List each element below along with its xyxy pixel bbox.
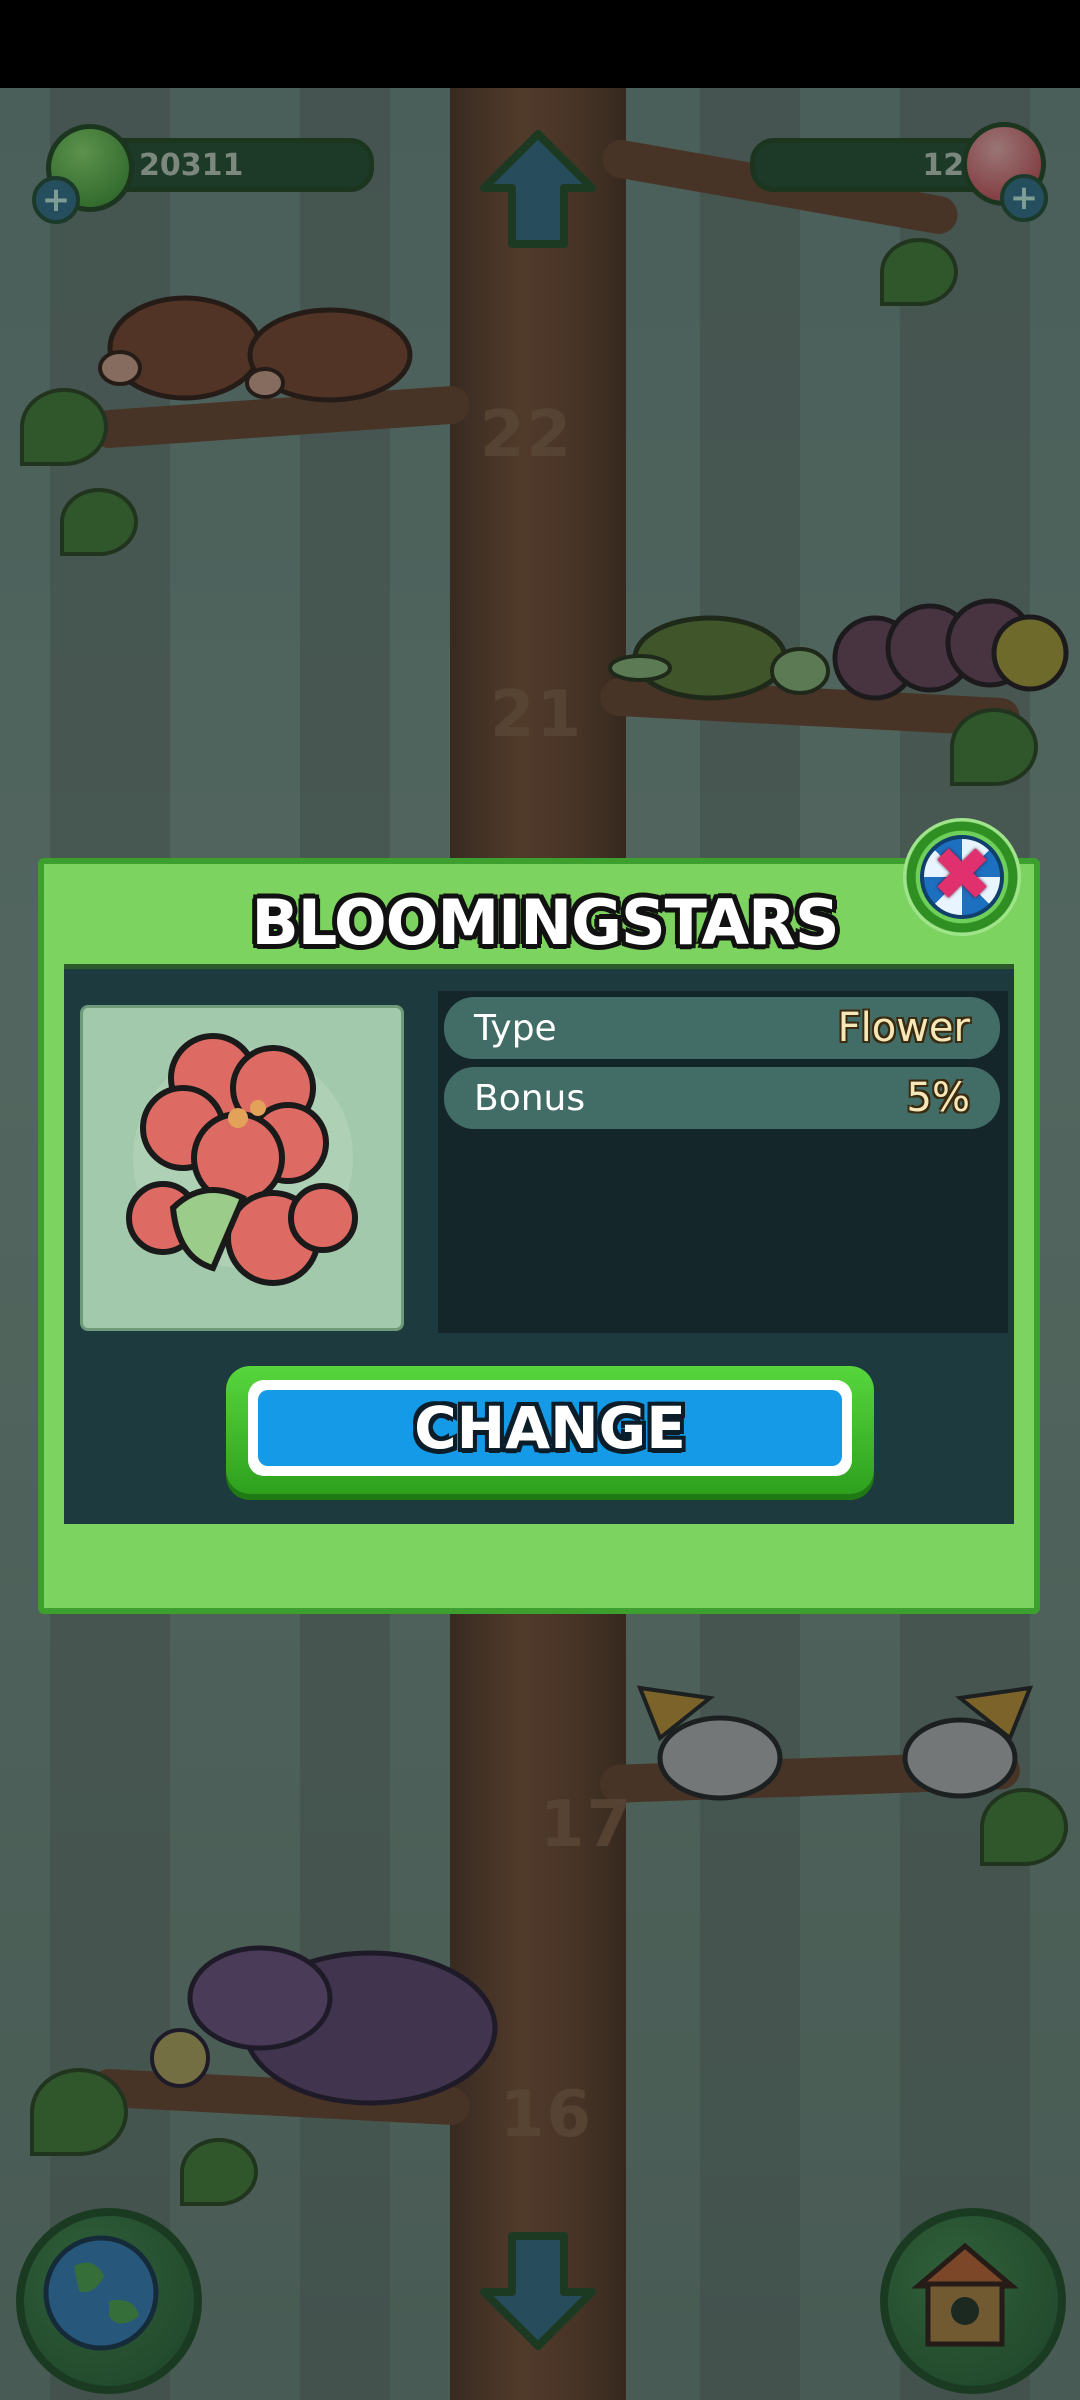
item-image [80, 1005, 404, 1331]
change-button-face: CHANGE [258, 1390, 842, 1466]
item-info: Type Flower Bonus 5% [438, 991, 1008, 1333]
type-value: Flower [837, 1005, 970, 1051]
change-button-label: CHANGE [414, 1394, 686, 1462]
item-dialog: BLOOMINGSTARS Type Flower Bonus 5% CHANG… [38, 858, 1040, 1614]
type-row: Type Flower [444, 997, 1000, 1059]
change-button[interactable]: CHANGE [226, 1366, 874, 1494]
close-x-glyph: ✖ [930, 832, 993, 918]
type-label: Type [474, 1007, 557, 1049]
bonus-label: Bonus [474, 1077, 586, 1119]
status-bar [0, 0, 1080, 88]
flower-icon [126, 1033, 358, 1286]
close-icon: ✖ [920, 835, 1004, 919]
bonus-value: 5% [906, 1075, 970, 1121]
close-button[interactable]: ✖ [903, 818, 1021, 936]
dialog-title: BLOOMINGSTARS [251, 886, 839, 959]
change-button-frame: CHANGE [248, 1380, 852, 1476]
bonus-row: Bonus 5% [444, 1067, 1000, 1129]
